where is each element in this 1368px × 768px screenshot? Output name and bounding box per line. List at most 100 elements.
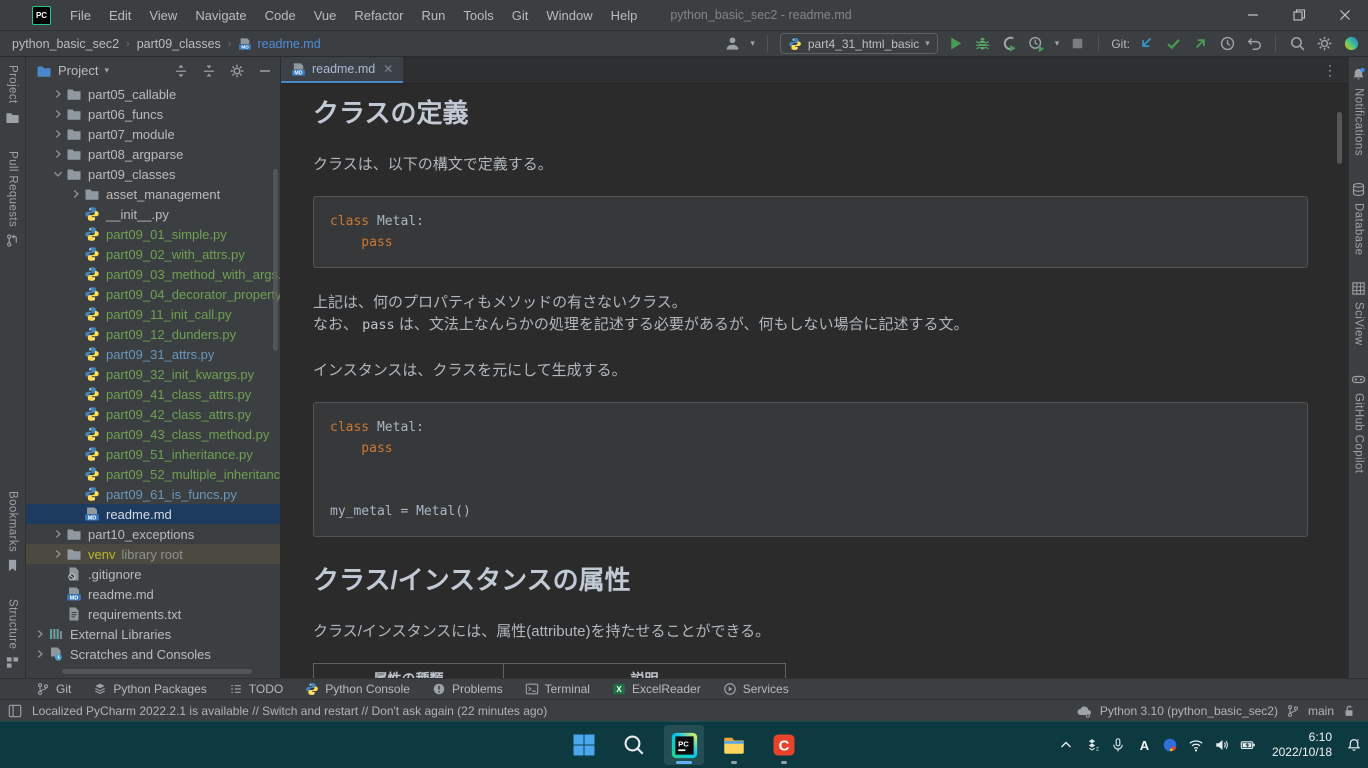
- tool-window-button-problems[interactable]: Problems: [432, 682, 503, 696]
- chevron-right-icon[interactable]: [50, 526, 66, 542]
- tool-window-switcher-icon[interactable]: [8, 704, 22, 718]
- tree-item[interactable]: part10_exceptions: [26, 524, 280, 544]
- debug-button[interactable]: [974, 35, 992, 53]
- branch-label[interactable]: main: [1308, 704, 1334, 718]
- hide-panel-button[interactable]: [256, 62, 274, 80]
- wifi-icon[interactable]: [1188, 737, 1205, 754]
- menu-vue[interactable]: Vue: [307, 5, 344, 26]
- chevron-right-icon[interactable]: [68, 186, 84, 202]
- tool-window-button-excelreader[interactable]: XExcelReader: [612, 682, 701, 696]
- tree-item[interactable]: part09_04_decorator_property.py: [26, 284, 280, 304]
- chevron-down-icon[interactable]: [50, 166, 66, 182]
- cloud-sync-icon[interactable]: [1076, 703, 1092, 719]
- tree-horizontal-scrollbar[interactable]: [62, 669, 252, 674]
- status-message[interactable]: Localized PyCharm 2022.2.1 is available …: [32, 704, 547, 718]
- interpreter-label[interactable]: Python 3.10 (python_basic_sec2): [1100, 704, 1278, 718]
- push-button[interactable]: [1191, 35, 1209, 53]
- close-tab-icon[interactable]: ✕: [383, 62, 393, 76]
- menu-edit[interactable]: Edit: [102, 5, 138, 26]
- rollback-button[interactable]: [1245, 35, 1263, 53]
- menu-file[interactable]: File: [63, 5, 98, 26]
- tray-overflow-icon[interactable]: [1058, 737, 1075, 754]
- profiler-button[interactable]: [1028, 35, 1046, 53]
- tool-window-button-git[interactable]: Git: [36, 682, 71, 696]
- tool-stripe-item-project[interactable]: Project: [5, 65, 20, 125]
- run-with-coverage-button[interactable]: [1001, 35, 1019, 53]
- tool-stripe-item-database[interactable]: Database: [1351, 182, 1366, 255]
- tree-item[interactable]: part09_03_method_with_args.py: [26, 264, 280, 284]
- ime-indicator[interactable]: A: [1136, 738, 1153, 753]
- chevron-right-icon[interactable]: [50, 146, 66, 162]
- tool-stripe-item-notifications[interactable]: Notifications: [1351, 67, 1366, 156]
- menu-tools[interactable]: Tools: [456, 5, 500, 26]
- chevron-right-icon[interactable]: [50, 106, 66, 122]
- tree-item[interactable]: part05_callable: [26, 84, 280, 104]
- chevron-right-icon[interactable]: [32, 626, 48, 642]
- profile-icon[interactable]: [723, 35, 741, 53]
- menu-window[interactable]: Window: [539, 5, 599, 26]
- tool-window-button-terminal[interactable]: Terminal: [525, 682, 590, 696]
- tree-item[interactable]: part09_51_inheritance.py: [26, 444, 280, 464]
- tree-item[interactable]: part09_01_simple.py: [26, 224, 280, 244]
- stop-button[interactable]: [1068, 35, 1086, 53]
- tree-item[interactable]: part09_classes: [26, 164, 280, 184]
- taskbar-camtasia-button[interactable]: C: [764, 725, 804, 765]
- tool-window-button-python-console[interactable]: Python Console: [305, 682, 410, 696]
- tree-item[interactable]: part09_43_class_method.py: [26, 424, 280, 444]
- lock-icon[interactable]: [1342, 704, 1356, 718]
- taskbar-pycharm-button[interactable]: PC: [664, 725, 704, 765]
- taskbar-explorer-button[interactable]: [714, 725, 754, 765]
- tab-readme-md[interactable]: MD readme.md ✕: [281, 57, 403, 83]
- more-options-icon[interactable]: ⋮: [1313, 62, 1348, 79]
- breadcrumb-item[interactable]: python_basic_sec2: [12, 37, 119, 51]
- tree-item[interactable]: asset_management: [26, 184, 280, 204]
- tree-item[interactable]: venvlibrary root: [26, 544, 280, 564]
- tool-stripe-item-bookmarks[interactable]: Bookmarks: [5, 491, 20, 573]
- tree-item[interactable]: part08_argparse: [26, 144, 280, 164]
- tree-item[interactable]: __init__.py: [26, 204, 280, 224]
- run-configuration-select[interactable]: part4_31_html_basic ▾: [780, 33, 938, 54]
- run-button[interactable]: [947, 35, 965, 53]
- dropbox-icon[interactable]: z: [1084, 737, 1101, 754]
- history-button[interactable]: [1218, 35, 1236, 53]
- tree-item[interactable]: MDreadme.md: [26, 504, 280, 524]
- breadcrumb-item[interactable]: MDreadme.md: [238, 37, 320, 51]
- tree-item[interactable]: part09_32_init_kwargs.py: [26, 364, 280, 384]
- tool-stripe-item-structure[interactable]: Structure: [5, 599, 20, 670]
- minimize-button[interactable]: [1230, 0, 1276, 30]
- start-button[interactable]: [564, 725, 604, 765]
- menu-code[interactable]: Code: [258, 5, 303, 26]
- tree-vertical-scrollbar[interactable]: [273, 169, 278, 351]
- tree-item[interactable]: part09_42_class_attrs.py: [26, 404, 280, 424]
- tree-item[interactable]: part09_02_with_attrs.py: [26, 244, 280, 264]
- tree-item[interactable]: part07_module: [26, 124, 280, 144]
- menu-run[interactable]: Run: [415, 5, 453, 26]
- menu-refactor[interactable]: Refactor: [347, 5, 410, 26]
- menu-view[interactable]: View: [142, 5, 184, 26]
- tool-stripe-item-sciview[interactable]: SciView: [1351, 281, 1366, 346]
- menu-git[interactable]: Git: [505, 5, 536, 26]
- tray-app-icon[interactable]: [1162, 737, 1179, 754]
- tree-item[interactable]: .gitignore: [26, 564, 280, 584]
- menu-help[interactable]: Help: [604, 5, 645, 26]
- chevron-right-icon[interactable]: [50, 126, 66, 142]
- chevron-right-icon[interactable]: [50, 86, 66, 102]
- tool-stripe-item-pull-requests[interactable]: Pull Requests: [5, 151, 20, 248]
- chevron-right-icon[interactable]: [50, 546, 66, 562]
- chevron-right-icon[interactable]: [32, 646, 48, 662]
- chevron-down-icon[interactable]: ▾: [104, 65, 109, 76]
- clock[interactable]: 6:10 2022/10/18: [1272, 730, 1332, 760]
- expand-all-button[interactable]: [172, 62, 190, 80]
- close-button[interactable]: [1322, 0, 1368, 30]
- tool-window-button-services[interactable]: Services: [723, 682, 789, 696]
- colored-sphere-icon[interactable]: [1342, 35, 1360, 53]
- tree-item[interactable]: part06_funcs: [26, 104, 280, 124]
- tool-window-button-todo[interactable]: TODO: [229, 682, 283, 696]
- tree-item[interactable]: MDreadme.md: [26, 584, 280, 604]
- tree-item[interactable]: Scratches and Consoles: [26, 644, 280, 664]
- battery-icon[interactable]: [1240, 737, 1257, 754]
- editor-scrollbar[interactable]: [1337, 112, 1342, 164]
- search-everywhere-button[interactable]: [1288, 35, 1306, 53]
- collapse-all-button[interactable]: [200, 62, 218, 80]
- breadcrumb-item[interactable]: part09_classes: [137, 37, 221, 51]
